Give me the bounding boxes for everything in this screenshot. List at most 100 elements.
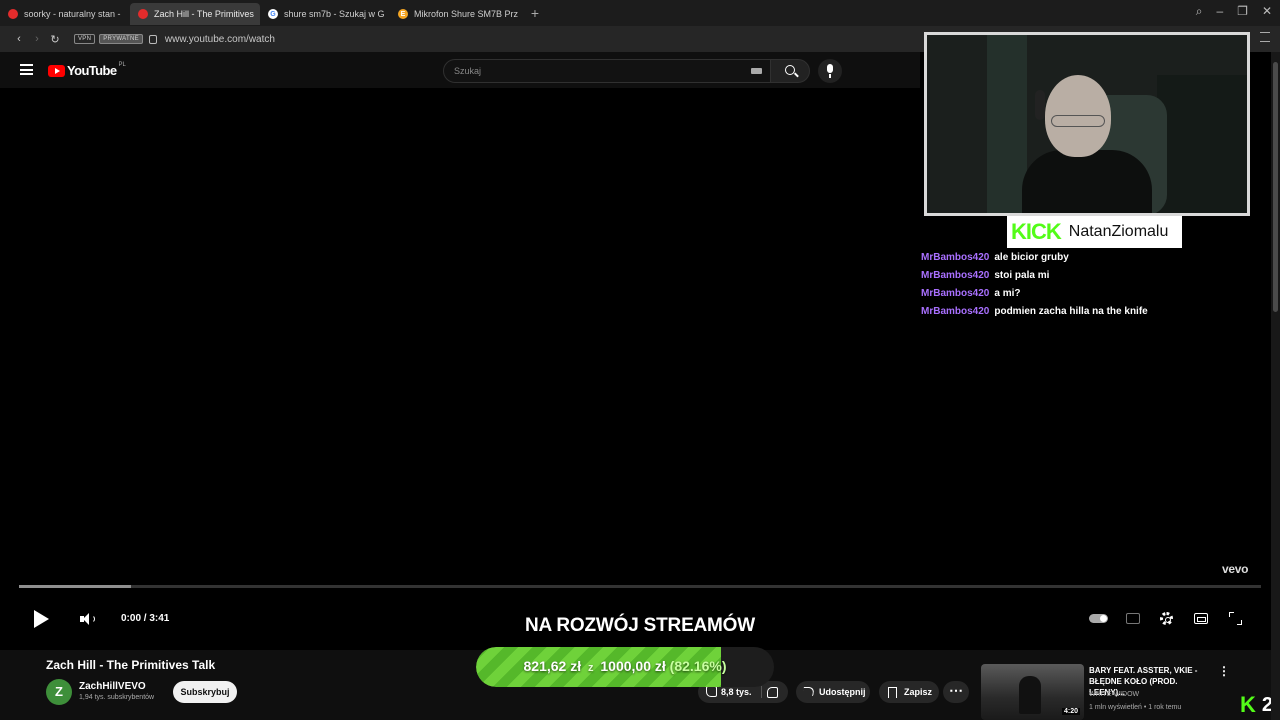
bookmark-icon — [888, 687, 897, 698]
save-label: Zapisz — [904, 687, 933, 697]
time-display: 0:00 / 3:41 — [121, 613, 170, 624]
private-badge: PRYWATNE — [99, 34, 143, 44]
kick-logo: KICK — [1011, 219, 1062, 244]
minimize-icon[interactable]: – — [1216, 4, 1223, 19]
recommended-meta: 1 mln wyświetleń • 1 rok temu — [1089, 704, 1182, 711]
channel-name[interactable]: ZachHillVEVO — [79, 681, 146, 692]
share-button[interactable]: Udostępnij — [796, 681, 870, 703]
vevo-watermark: vevo — [1222, 562, 1249, 576]
browser-tab[interactable]: soorky - naturalny stan - — [0, 3, 130, 25]
goal-separator: z — [588, 662, 594, 674]
chat-message: MrBambos420 a mi? — [921, 287, 1261, 305]
youtube-favicon-icon — [138, 9, 148, 19]
play-icon[interactable] — [34, 610, 49, 628]
thumbnail-figure — [1019, 676, 1041, 714]
google-favicon-icon: G — [268, 9, 278, 19]
close-icon[interactable]: ✕ — [1262, 4, 1272, 19]
keyboard-icon[interactable] — [751, 68, 762, 74]
recommended-channel[interactable]: WHITE WIDOW — [1089, 691, 1139, 698]
page-scrollbar[interactable] — [1271, 52, 1280, 720]
chat-text: a mi? — [994, 288, 1021, 299]
microphone-icon — [827, 64, 833, 78]
kick-logo-icon: K — [1240, 692, 1256, 717]
chat-message: MrBambos420 stoi pala mi — [921, 269, 1261, 287]
buffer-indicator — [19, 585, 131, 588]
donation-goal-bar: 821,62 zł z 1000,00 zł (82.16%) — [476, 647, 774, 687]
share-icon — [802, 687, 815, 696]
tab-title: shure sm7b - Szukaj w G — [284, 9, 385, 19]
kick-viewer-count: K 2 — [1240, 692, 1273, 718]
progress-bar[interactable] — [19, 585, 1261, 588]
chat-username: MrBambos420 — [921, 306, 990, 317]
donation-goal-text: 821,62 zł z 1000,00 zł (82.16%) — [476, 647, 774, 687]
region-code: PL — [118, 61, 126, 68]
headset-icon — [1035, 90, 1045, 120]
chat-text: stoi pala mi — [994, 270, 1050, 281]
chat-username: MrBambos420 — [921, 270, 990, 281]
voice-search-button[interactable] — [818, 59, 842, 83]
channel-avatar[interactable]: Z — [46, 679, 72, 705]
glasses-icon — [1051, 115, 1105, 127]
goal-percent: (82.16%) — [669, 658, 727, 674]
more-actions-button[interactable]: ⋯ — [943, 681, 969, 703]
like-icon[interactable] — [706, 686, 717, 697]
tab-title: soorky - naturalny stan - — [24, 9, 121, 19]
chat-message: MrBambos420 ale bicior gruby — [921, 251, 1261, 269]
settings-gear-icon[interactable] — [1160, 612, 1173, 625]
video-duration: 4:20 — [1062, 708, 1081, 715]
youtube-header: YouTube PL Szukaj — [0, 52, 920, 88]
browser-tab[interactable]: E Mikrofon Shure SM7B Prz — [390, 3, 520, 25]
vpn-badge[interactable]: VPN — [74, 34, 96, 44]
subscribe-button[interactable]: Subskrybuj — [173, 681, 237, 703]
autoplay-toggle[interactable] — [1089, 614, 1108, 623]
chat-message: MrBambos420 podmien zacha hilla na the kn… — [921, 305, 1261, 323]
search-tabs-icon[interactable]: ⌕ — [1196, 4, 1203, 19]
divider — [761, 686, 762, 698]
browser-menu-icon[interactable] — [1260, 32, 1270, 42]
chat-username: MrBambos420 — [921, 288, 990, 299]
recommended-more-icon[interactable]: ⋮ — [1218, 664, 1230, 678]
search-icon — [785, 65, 795, 75]
streamer-body — [1022, 150, 1152, 213]
save-button[interactable]: Zapisz — [879, 681, 939, 703]
kick-streamer-badge: KICK NatanZiomalu — [1007, 216, 1182, 248]
chat-text: podmien zacha hilla na the knife — [994, 306, 1148, 317]
youtube-logo[interactable]: YouTube PL — [48, 61, 126, 78]
chat-username: MrBambos420 — [921, 252, 990, 263]
browser-tab-strip: soorky - naturalny stan - Zach Hill - Th… — [0, 0, 1280, 26]
search-input[interactable]: Szukaj — [443, 59, 771, 83]
window-controls: ⌕ – ❐ ✕ — [1196, 4, 1272, 19]
hamburger-menu-icon[interactable] — [20, 64, 33, 75]
lock-icon[interactable] — [148, 34, 157, 44]
share-label: Udostępnij — [819, 687, 866, 697]
chat-text: ale bicior gruby — [994, 252, 1069, 263]
new-tab-button[interactable]: + — [528, 5, 542, 21]
search-button[interactable] — [770, 59, 810, 83]
forward-icon[interactable]: › — [28, 33, 46, 45]
stream-promo-text: NA ROZWÓJ STREAMÓW — [524, 615, 755, 636]
search-placeholder: Szukaj — [454, 66, 482, 76]
streamer-name: NatanZiomalu — [1068, 223, 1169, 240]
url-field[interactable]: www.youtube.com/watch — [165, 34, 275, 45]
video-title: Zach Hill - The Primitives Talk — [46, 658, 216, 672]
back-icon[interactable]: ‹ — [10, 33, 28, 45]
youtube-favicon-icon — [8, 9, 18, 19]
fullscreen-icon[interactable] — [1229, 612, 1242, 625]
goal-target: 1000,00 zł — [600, 658, 666, 674]
scrollbar-thumb[interactable] — [1273, 62, 1278, 312]
tab-title: Mikrofon Shure SM7B Prz — [414, 9, 519, 19]
youtube-wordmark: YouTube — [67, 63, 117, 78]
youtube-play-icon — [48, 64, 65, 77]
goal-current: 821,62 zł — [523, 658, 582, 674]
dislike-icon[interactable] — [767, 687, 778, 698]
restore-icon[interactable]: ❐ — [1237, 4, 1248, 19]
volume-icon[interactable] — [80, 612, 96, 626]
shop-favicon-icon: E — [398, 9, 408, 19]
theater-mode-icon[interactable] — [1194, 613, 1208, 624]
browser-tab[interactable]: G shure sm7b - Szukaj w G — [260, 3, 390, 25]
subscriber-count: 1,94 tys. subskrybentów — [79, 694, 155, 701]
subtitles-icon[interactable] — [1126, 613, 1140, 624]
webcam-overlay — [924, 32, 1250, 216]
browser-tab-active[interactable]: Zach Hill - The Primitives — [130, 3, 260, 25]
reload-icon[interactable]: ↻ — [46, 33, 64, 46]
